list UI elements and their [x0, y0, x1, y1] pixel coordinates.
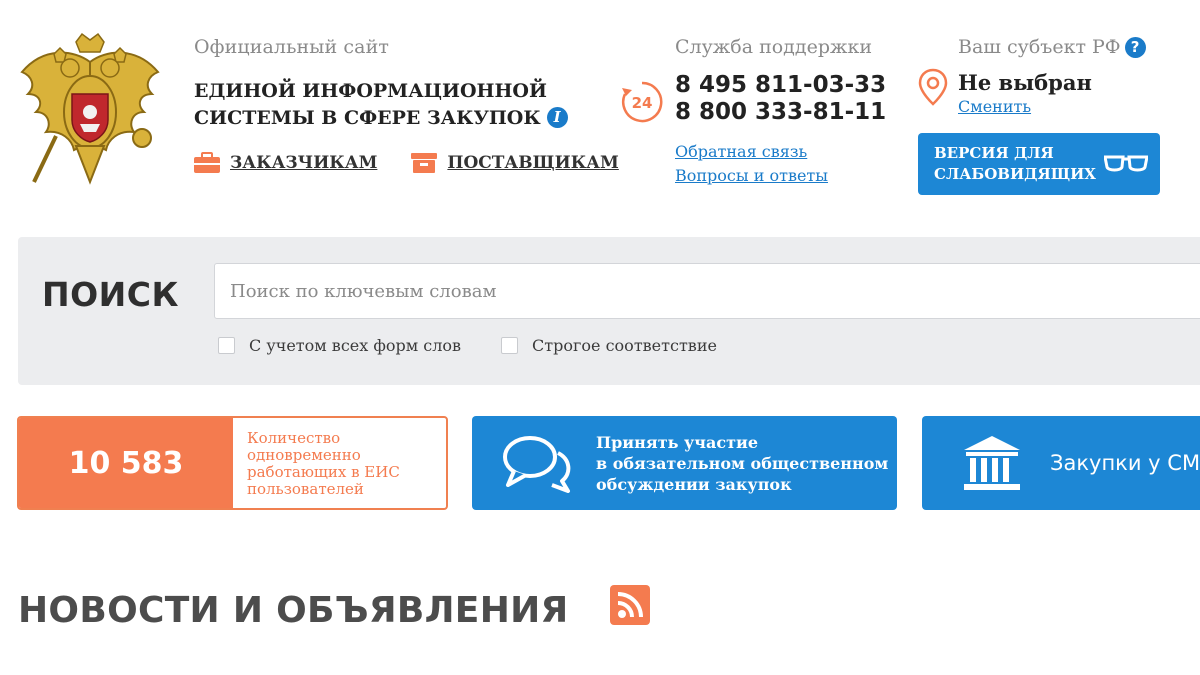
customers-link-label: ЗАКАЗЧИКАМ: [230, 153, 378, 173]
all-word-forms-label: С учетом всех форм слов: [249, 336, 462, 355]
site-title-block: Официальный сайт Единой информационной с…: [194, 36, 568, 132]
support-block: Служба поддержки 24 8 495 811-03-33 8 80…: [620, 36, 886, 188]
news-section-title: НОВОСТИ И ОБЪЯВЛЕНИЯ: [18, 590, 569, 631]
site-title-line2: системы в сфере закупок: [194, 107, 541, 129]
coat-of-arms-logo[interactable]: [14, 32, 166, 192]
search-title: ПОИСК: [42, 275, 179, 314]
active-users-label: Количество одновременно работающих в ЕИС…: [247, 429, 400, 498]
visually-impaired-line1: Версия для: [934, 144, 1054, 162]
support-24-badge: 24: [632, 94, 653, 112]
strict-match-checkbox[interactable]: Строгое соответствие: [501, 336, 717, 355]
smp-purchases-tile[interactable]: Закупки у СМ: [922, 416, 1200, 510]
customers-link[interactable]: ЗАКАЗЧИКАМ: [194, 152, 377, 174]
box-icon: [411, 152, 438, 174]
public-discussion-tile[interactable]: Принять участие в обязательном обществен…: [472, 416, 897, 510]
glasses-icon: [1104, 155, 1148, 172]
checkbox-box[interactable]: [501, 337, 519, 354]
visually-impaired-line2: слабовидящих: [934, 165, 1096, 183]
change-region-link[interactable]: Сменить: [958, 97, 1092, 116]
location-pin-icon: [918, 68, 948, 106]
site-subtitle: Официальный сайт: [194, 36, 389, 58]
support-phones: 8 495 811-03-33 8 800 333-81-11: [675, 72, 886, 126]
chat-bubbles-icon: [503, 436, 571, 493]
support-phone-2[interactable]: 8 800 333-81-11: [675, 99, 886, 126]
public-discussion-line2: в обязательном общественном: [596, 453, 889, 473]
region-value: Не выбран: [958, 70, 1092, 95]
suppliers-link[interactable]: ПОСТАВЩИКАМ: [411, 152, 619, 174]
rss-icon[interactable]: [610, 585, 650, 625]
briefcase-icon: [194, 152, 220, 174]
active-users-tile: 10 583 Количество одновременно работающи…: [17, 416, 448, 510]
search-panel: ПОИСК С учетом всех форм слов Строгое со…: [18, 237, 1200, 385]
site-title-line1: Единой информационной: [194, 80, 547, 102]
visually-impaired-button[interactable]: Версия для слабовидящих: [918, 133, 1160, 195]
active-users-count: 10 583: [19, 418, 233, 508]
all-word-forms-checkbox[interactable]: С учетом всех форм слов: [218, 336, 461, 355]
support-24-icon: 24: [622, 81, 663, 123]
checkbox-box[interactable]: [218, 337, 235, 354]
feedback-link[interactable]: Обратная связь: [675, 140, 886, 164]
suppliers-link-label: ПОСТАВЩИКАМ: [447, 153, 619, 173]
public-discussion-line1: Принять участие: [596, 432, 759, 452]
role-links: ЗАКАЗЧИКАМ ПОСТАВЩИКАМ: [194, 152, 619, 174]
site-title[interactable]: Единой информационной системы в сфере за…: [194, 78, 568, 132]
strict-match-label: Строгое соответствие: [532, 336, 717, 355]
region-title: Ваш субъект РФ: [958, 36, 1121, 58]
faq-link[interactable]: Вопросы и ответы: [675, 164, 886, 188]
region-block: Ваш субъект РФ? Не выбран Сменить: [918, 36, 1146, 116]
government-building-icon: [964, 436, 1020, 490]
info-icon[interactable]: i: [546, 107, 568, 128]
search-input[interactable]: [214, 263, 1200, 319]
smp-purchases-label: Закупки у СМ: [1050, 451, 1200, 475]
support-title: Служба поддержки: [675, 36, 872, 58]
support-phone-1[interactable]: 8 495 811-03-33: [675, 72, 886, 99]
help-icon[interactable]: ?: [1124, 37, 1146, 58]
public-discussion-line3: обсуждении закупок: [596, 474, 792, 494]
